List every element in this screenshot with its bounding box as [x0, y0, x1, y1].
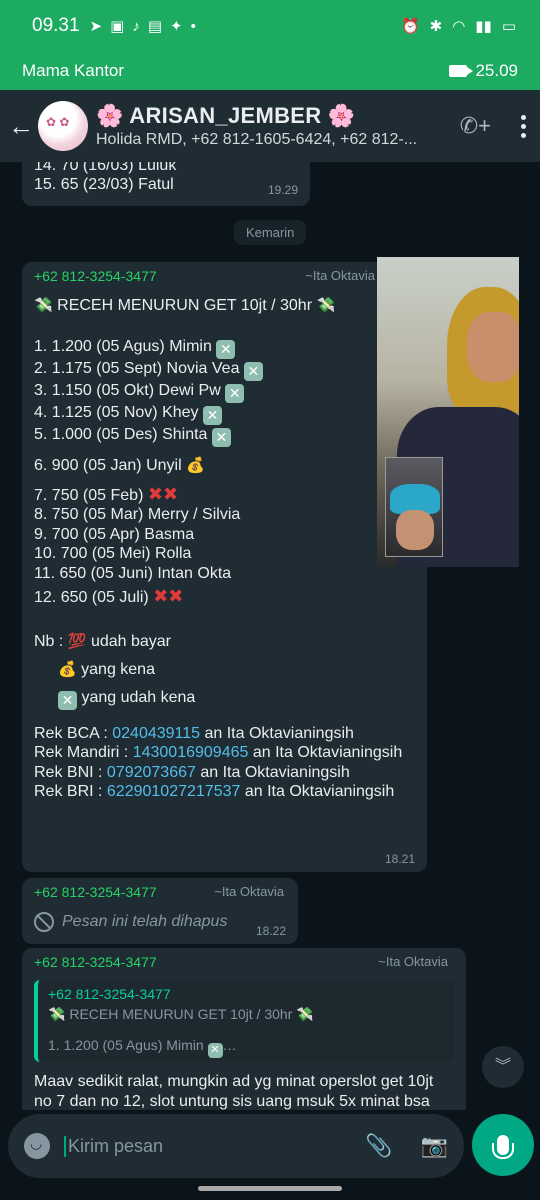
sender-alias: ~Ita Oktavia [214, 884, 284, 899]
cross-box-icon: ✕ [203, 406, 222, 425]
legend: Nb : 💯 udah bayar 💰 yang kena ✕ yang uda… [34, 632, 196, 710]
chat-header: ← 🌸 ARISAN_JEMBER 🌸 Holida RMD, +62 812-… [0, 90, 540, 162]
attach-icon[interactable]: 📎 [365, 1133, 392, 1159]
list-item: 9. 700 (05 Apr) Basma [34, 525, 195, 543]
quoted-sender: +62 812-3254-3477 [48, 986, 171, 1002]
call-duration: 25.09 [475, 61, 518, 80]
battery-icon: ▭ [501, 18, 516, 35]
more-notifications-dot: • [190, 17, 196, 35]
list-item: 5. 1.000 (05 Des) Shinta ✕ [34, 425, 415, 447]
group-members: Holida RMD, +62 812-1605-6424, +62 812-.… [96, 131, 418, 148]
cross-box-icon: ✕ [243, 362, 263, 381]
phone-link[interactable]: 0792073667 [107, 764, 196, 781]
microphone-icon [492, 1135, 514, 1159]
list-item: 10. 700 (05 Mei) Rolla [34, 545, 192, 562]
message-text: Maav sedikit ralat, mungkin ad yg minat … [34, 1073, 434, 1110]
camera-icon[interactable]: 📷 [421, 1133, 448, 1159]
phone-link[interactable]: 1430016909465 [133, 744, 249, 761]
money-bag-icon: 💰 [58, 660, 77, 678]
sender-alias: ~Ita Oktavia [305, 268, 375, 283]
money-wings-icon: 💸 [296, 1006, 314, 1022]
wifi-icon: ◠ [452, 18, 466, 35]
message-time: 18.22 [255, 924, 286, 938]
money-wings-icon: 💸 [34, 297, 53, 314]
shopping-icon: ▤ [147, 18, 162, 35]
quoted-line: 1. 1.200 (05 Agus) Mimin ✕… [48, 1037, 237, 1058]
shopee-icon: ▣ [110, 18, 125, 35]
voice-record-button[interactable] [472, 1114, 534, 1176]
phone-link[interactable]: 0240439115 [112, 725, 200, 742]
list-item: 6. 900 (05 Jan) Unyil 💰 [34, 457, 205, 474]
list-item: 3. 1.150 (05 Okt) Dewi Pw ✕ [34, 381, 415, 403]
message-time: 18.21 [384, 852, 415, 866]
status-bar: 09.31 ➤ ▣ ♪ ▤ ✦ • ⏰ ✱ ◠ ▮▮ ▭ [0, 0, 540, 52]
list-item: 7. 750 (05 Feb) ✖✖ [34, 483, 179, 504]
group-name: 🌸 ARISAN_JEMBER 🌸 [96, 103, 356, 128]
cross-box-icon: ✕ [211, 428, 231, 447]
telegram-icon: ➤ [89, 18, 103, 35]
date-divider: Kemarin [234, 220, 307, 245]
status-time: 09.31 [32, 15, 80, 36]
call-contact-name: Mama Kantor [22, 61, 125, 80]
status-notification-icons: ➤ ▣ ♪ ▤ ✦ • [89, 17, 196, 36]
list-item: 4. 1.125 (05 Nov) Khey ✕ [34, 403, 415, 425]
group-avatar[interactable] [38, 101, 88, 151]
message-time: 19.29 [267, 183, 298, 197]
tiktok-icon: ♪ [132, 17, 140, 35]
bank-account-line: Rek BRI : 622901027217537 an Ita Oktavia… [34, 783, 395, 800]
message-input-container[interactable]: Kirim pesan 📎 📷 [8, 1114, 464, 1178]
deleted-icon [34, 912, 54, 932]
cross-box-icon: ✕ [225, 384, 245, 403]
list-item: 12. 650 (05 Juli) ✖✖ [34, 586, 184, 606]
red-cross-icon: ✖✖ [153, 586, 184, 606]
more-options-icon[interactable] [521, 114, 526, 138]
double-chevron-down-icon: ︾ [494, 1058, 511, 1075]
video-camera-icon [449, 65, 474, 77]
bank-account-line: Rek BNI : 0792073667 an Ita Oktavianings… [34, 763, 350, 781]
add-call-icon[interactable]: ✆+ [460, 113, 491, 139]
chat-header-info[interactable]: 🌸 ARISAN_JEMBER 🌸 Holida RMD, +62 812-16… [96, 103, 460, 149]
list-item: 2. 1.175 (05 Sept) Novia Vea ✕ [34, 359, 415, 381]
cross-box-icon: ✕ [207, 1043, 223, 1058]
cross-box-icon: ✕ [58, 690, 77, 710]
list-item: 11. 650 (05 Juni) Intan Okta [34, 564, 232, 582]
phone-link[interactable]: 622901027217537 [107, 783, 240, 800]
money-wings-icon: 💸 [316, 297, 336, 314]
emoji-icon[interactable] [24, 1133, 50, 1159]
money-bag-icon: 💰 [186, 457, 205, 474]
bank-account-line: Rek Mandiri : 1430016909465 an Ita Oktav… [34, 744, 403, 761]
self-video-preview[interactable] [385, 457, 443, 557]
signal-icon: ▮▮ [475, 18, 492, 35]
message-title: 💸 RECEH MENURUN GET 10jt / 30hr 💸 [34, 297, 336, 314]
message-bubble[interactable]: +62 812-3254-3477 ~Ita Oktavia 💸 RECEH M… [22, 262, 427, 872]
red-cross-icon: ✖✖ [147, 483, 179, 504]
list-item: 8. 750 (05 Mar) Merry / Silvia [34, 506, 241, 523]
home-gesture-bar[interactable] [198, 1186, 342, 1191]
deleted-text: Pesan ini telah dihapus [62, 913, 228, 930]
hundred-points-icon: 💯 [67, 632, 87, 650]
reply-message-bubble[interactable]: +62 812-3254-3477 ~Ita Oktavia +62 812-3… [22, 948, 466, 1110]
sender-alias: ~Ita Oktavia [378, 954, 448, 969]
message-bubble[interactable]: 14. 70 (16/03) Luluk 15. 65 (23/03) Fatu… [22, 162, 310, 206]
status-system-icons: ⏰ ✱ ◠ ▮▮ ▭ [401, 17, 516, 35]
bank-account-line: Rek BCA : 0240439115 an Ita Oktavianings… [34, 724, 354, 742]
message-input[interactable]: Kirim pesan [64, 1135, 163, 1157]
money-wings-icon: 💸 [48, 1006, 66, 1022]
arisan-list: 1. 1.200 (05 Agus) Mimin ✕ 2. 1.175 (05 … [34, 337, 415, 608]
message-line: 15. 65 (23/03) Fatul [34, 176, 174, 193]
list-item: 1. 1.200 (05 Agus) Mimin ✕ [34, 337, 415, 359]
scroll-down-button[interactable]: ︾ [482, 1046, 524, 1088]
quoted-title: 💸 RECEH MENURUN GET 10jt / 30hr 💸 [48, 1006, 314, 1022]
ongoing-call-banner[interactable]: Mama Kantor 25.09 [0, 52, 540, 90]
alarm-icon: ⏰ [400, 18, 420, 35]
cross-box-icon: ✕ [216, 340, 236, 359]
video-call-overlay[interactable] [377, 257, 519, 567]
message-line: 14. 70 (16/03) Luluk [34, 162, 177, 174]
twitter-icon: ✦ [170, 18, 183, 35]
bluetooth-icon: ✱ [429, 18, 443, 35]
quoted-message[interactable]: +62 812-3254-3477 💸 RECEH MENURUN GET 10… [34, 980, 454, 1062]
deleted-message-bubble[interactable]: +62 812-3254-3477 ~Ita Oktavia Pesan ini… [22, 878, 298, 944]
bank-accounts: Rek BCA : 0240439115 an Ita Oktavianings… [34, 724, 415, 802]
back-arrow-icon[interactable]: ← [8, 111, 36, 142]
